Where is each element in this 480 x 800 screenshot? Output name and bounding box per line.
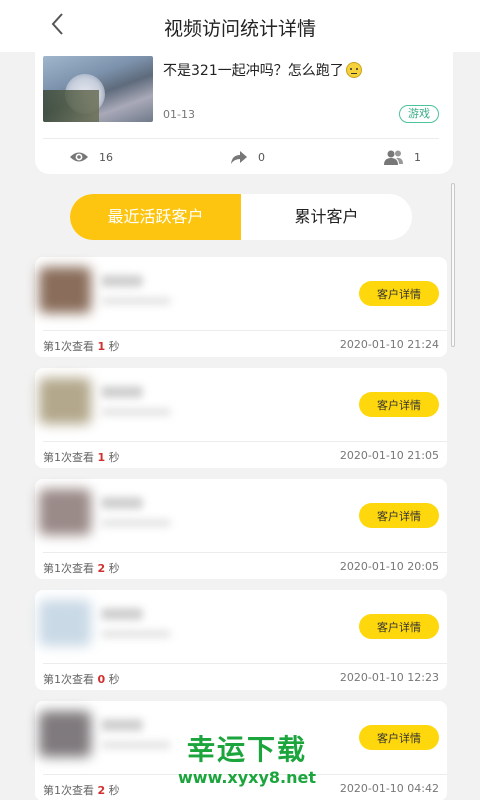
view-info: 第1次查看 0 秒 (43, 673, 120, 686)
customer-list: 客户详情 第1次查看 1 秒 2020-01-10 21:24 客户详情 第1次… (35, 257, 447, 800)
customer-info-blurred (101, 408, 171, 416)
customer-detail-button[interactable]: 客户详情 (359, 281, 439, 306)
divider (43, 330, 447, 331)
view-info: 第1次查看 2 秒 (43, 562, 120, 575)
customer-info-blurred (101, 519, 171, 527)
watermark: 幸运下载 www.xyxy8.net (172, 732, 322, 788)
scrollbar[interactable] (451, 183, 455, 347)
frown-emoji-icon (345, 62, 362, 78)
view-seconds: 2 (97, 784, 106, 797)
view-seconds: 2 (97, 562, 106, 575)
avatar (39, 489, 91, 535)
customer-card[interactable]: 客户详情 第1次查看 2 秒 2020-01-10 20:05 (35, 479, 447, 579)
share-arrow-icon (231, 151, 247, 164)
view-info: 第1次查看 2 秒 (43, 784, 120, 797)
video-thumbnail[interactable] (43, 56, 153, 122)
shares-count: 0 (258, 150, 265, 164)
eye-icon (70, 152, 88, 162)
view-timestamp: 2020-01-10 04:42 (339, 782, 439, 795)
customer-detail-button[interactable]: 客户详情 (359, 503, 439, 528)
video-card[interactable]: 不是321一起冲吗？怎么跑了 01-13 游戏 16 0 1 (35, 50, 453, 174)
customer-tabs: 最近活跃客户 累计客户 (70, 194, 412, 240)
view-info: 第1次查看 1 秒 (43, 451, 120, 464)
views-stat: 16 (69, 148, 113, 166)
view-timestamp: 2020-01-10 12:23 (339, 671, 439, 684)
view-timestamp: 2020-01-10 21:24 (339, 338, 439, 351)
shares-stat: 0 (228, 148, 265, 166)
category-tag: 游戏 (399, 105, 439, 123)
view-timestamp: 2020-01-10 20:05 (339, 560, 439, 573)
customer-detail-button[interactable]: 客户详情 (359, 614, 439, 639)
page-title: 视频访问统计详情 (163, 18, 316, 40)
divider (43, 441, 447, 442)
customer-name-blurred (101, 497, 143, 509)
tab-cumulative[interactable]: 累计客户 (241, 194, 412, 240)
customer-name-blurred (101, 719, 143, 731)
avatar (39, 600, 91, 646)
avatar (39, 267, 91, 313)
video-title: 不是321一起冲吗？怎么跑了 (163, 60, 362, 80)
view-info: 第1次查看 1 秒 (43, 340, 120, 353)
view-seconds: 0 (97, 673, 106, 686)
divider (43, 552, 447, 553)
visitors-count: 1 (414, 150, 421, 164)
users-icon (384, 150, 403, 165)
customer-name-blurred (101, 275, 143, 287)
customer-info-blurred (101, 741, 171, 749)
customer-card[interactable]: 客户详情 第1次查看 1 秒 2020-01-10 21:05 (35, 368, 447, 468)
tab-recent-active[interactable]: 最近活跃客户 (70, 194, 241, 240)
customer-card[interactable]: 客户详情 第1次查看 0 秒 2020-01-10 12:23 (35, 590, 447, 690)
avatar (39, 378, 91, 424)
view-timestamp: 2020-01-10 21:05 (339, 449, 439, 462)
view-seconds: 1 (97, 451, 106, 464)
view-seconds: 1 (97, 340, 106, 353)
divider (43, 663, 447, 664)
customer-detail-button[interactable]: 客户详情 (359, 392, 439, 417)
avatar (39, 711, 91, 757)
customer-name-blurred (101, 386, 143, 398)
visitors-stat: 1 (384, 148, 421, 166)
customer-info-blurred (101, 297, 171, 305)
video-date: 01-13 (163, 108, 195, 121)
divider (43, 138, 439, 139)
customer-detail-button[interactable]: 客户详情 (359, 725, 439, 750)
watermark-title: 幸运下载 (186, 733, 307, 766)
customer-card[interactable]: 客户详情 第1次查看 1 秒 2020-01-10 21:24 (35, 257, 447, 357)
customer-info-blurred (101, 630, 171, 638)
customer-name-blurred (101, 608, 143, 620)
header: 视频访问统计详情 (0, 0, 480, 52)
views-count: 16 (99, 150, 113, 164)
watermark-url: www.xyxy8.net (178, 768, 316, 787)
